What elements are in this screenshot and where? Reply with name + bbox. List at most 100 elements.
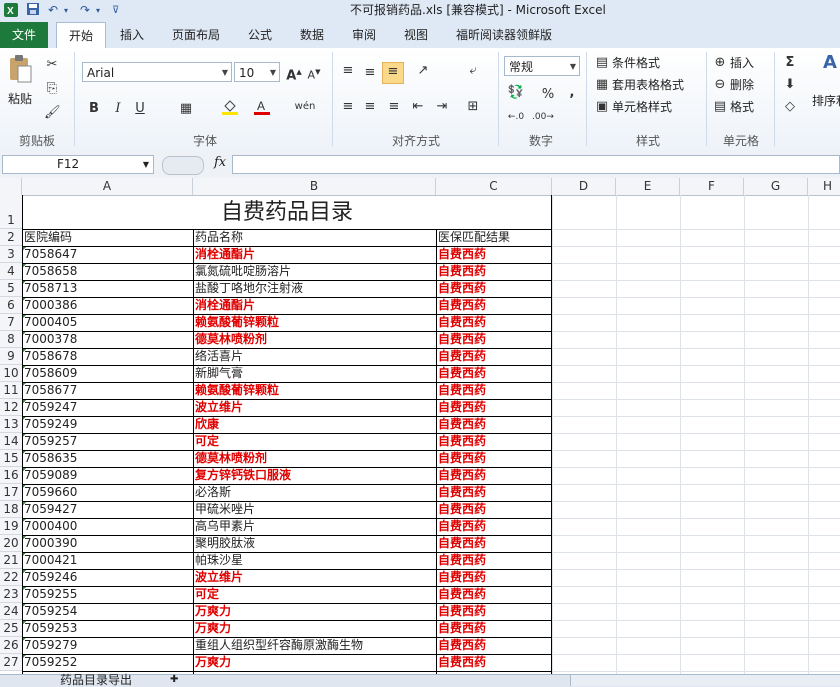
- tab-data[interactable]: 数据: [292, 22, 332, 48]
- column-header-h[interactable]: H: [808, 178, 840, 195]
- copy-icon[interactable]: ⎘: [44, 80, 60, 98]
- font-size-select[interactable]: 10 ▼: [234, 62, 280, 82]
- row-header[interactable]: 14: [0, 433, 22, 450]
- increase-decimal-icon[interactable]: ←.0: [506, 108, 526, 126]
- formula-input[interactable]: [232, 155, 840, 174]
- cell-hospital-code[interactable]: 7058658: [24, 263, 192, 280]
- paste-button[interactable]: 粘贴: [8, 90, 32, 108]
- row-header[interactable]: 6: [0, 297, 22, 314]
- cell-drug-name[interactable]: 必洛斯: [195, 484, 435, 501]
- column-header-f[interactable]: F: [680, 178, 744, 195]
- fill-color-icon[interactable]: [220, 98, 240, 122]
- tab-page-layout[interactable]: 页面布局: [164, 22, 228, 48]
- cell-hospital-code[interactable]: 7000421: [24, 552, 192, 569]
- row-header[interactable]: 7: [0, 314, 22, 331]
- format-cells-button[interactable]: 格式: [730, 98, 754, 116]
- redo-dropdown-icon[interactable]: ▾: [96, 2, 100, 19]
- undo-dropdown-icon[interactable]: ▾: [64, 2, 68, 19]
- row-header[interactable]: 17: [0, 484, 22, 501]
- cell-match-result[interactable]: 自费西药: [438, 433, 552, 450]
- cell-hospital-code[interactable]: 7000390: [24, 535, 192, 552]
- new-sheet-icon[interactable]: ✚: [170, 674, 178, 685]
- format-as-table-button[interactable]: 套用表格格式: [612, 76, 684, 94]
- conditional-format-button[interactable]: 条件格式: [612, 54, 660, 72]
- sheet-tab[interactable]: 药品目录导出: [60, 673, 132, 687]
- format-as-table-icon[interactable]: ▦: [594, 76, 610, 94]
- format-painter-icon[interactable]: 🖌: [44, 104, 61, 122]
- cell-hospital-code[interactable]: 7058678: [24, 348, 192, 365]
- align-bottom-icon[interactable]: ≡: [382, 62, 404, 84]
- format-cells-icon[interactable]: ▤: [712, 98, 728, 116]
- insert-cells-icon[interactable]: ⊕: [712, 54, 728, 72]
- row-header[interactable]: 25: [0, 620, 22, 637]
- cell-drug-name[interactable]: 万爽力: [195, 603, 435, 620]
- cell-match-result[interactable]: 自费西药: [438, 518, 552, 535]
- row-header[interactable]: 16: [0, 467, 22, 484]
- cell-match-result[interactable]: 自费西药: [438, 314, 552, 331]
- cell-match-result[interactable]: 自费西药: [438, 586, 552, 603]
- italic-button[interactable]: I: [110, 100, 126, 118]
- tab-insert[interactable]: 插入: [112, 22, 152, 48]
- cell-match-result[interactable]: 自费西药: [438, 246, 552, 263]
- row-header[interactable]: 24: [0, 603, 22, 620]
- sum-icon[interactable]: Σ: [782, 54, 798, 72]
- sort-icon[interactable]: A: [820, 54, 840, 72]
- cell-drug-name[interactable]: 赖氨酸葡锌颗粒: [195, 382, 435, 399]
- cell-drug-name[interactable]: 新脚气膏: [195, 365, 435, 382]
- cell-hospital-code[interactable]: 7059660: [24, 484, 192, 501]
- tab-foxit-reader[interactable]: 福昕阅读器领鲜版: [448, 22, 560, 48]
- cell-match-result[interactable]: 自费西药: [438, 484, 552, 501]
- row-header[interactable]: 26: [0, 637, 22, 654]
- cut-icon[interactable]: ✂: [44, 56, 60, 74]
- comma-button[interactable]: ,: [566, 84, 578, 102]
- font-color-icon[interactable]: A: [252, 98, 272, 122]
- decrease-indent-icon[interactable]: ⇤: [410, 98, 426, 116]
- excel-icon[interactable]: X: [3, 2, 19, 19]
- cell-drug-name[interactable]: 氯氮硫吡啶肠溶片: [195, 263, 435, 280]
- align-top-icon[interactable]: ≡: [340, 62, 356, 80]
- tab-home[interactable]: 开始: [56, 22, 106, 50]
- cell-match-result[interactable]: 自费西药: [438, 365, 552, 382]
- customize-quick-access-icon[interactable]: ⊽: [112, 2, 119, 19]
- cell-match-result[interactable]: 自费西药: [438, 348, 552, 365]
- cell-match-result[interactable]: 自费西药: [438, 467, 552, 484]
- cell-match-result[interactable]: 自费西药: [438, 297, 552, 314]
- decrease-decimal-icon[interactable]: .00→: [532, 108, 554, 126]
- column-header-b[interactable]: B: [193, 178, 436, 195]
- cell-match-result[interactable]: 自费西药: [438, 399, 552, 416]
- wrap-text-icon[interactable]: ⤶: [464, 62, 482, 80]
- cell-match-result[interactable]: 自费西药: [438, 654, 552, 671]
- row-header[interactable]: 12: [0, 399, 22, 416]
- conditional-format-icon[interactable]: ▤: [594, 54, 610, 72]
- row-header[interactable]: 10: [0, 365, 22, 382]
- cell-drug-name[interactable]: 可定: [195, 433, 435, 450]
- cell-drug-name[interactable]: 赖氨酸葡锌颗粒: [195, 314, 435, 331]
- align-right-icon[interactable]: ≡: [386, 98, 402, 116]
- redo-icon[interactable]: ↷: [80, 2, 90, 19]
- row-header[interactable]: 13: [0, 416, 22, 433]
- cell-match-result[interactable]: 自费西药: [438, 620, 552, 637]
- cell-hospital-code[interactable]: 7058609: [24, 365, 192, 382]
- header-drug-name[interactable]: 药品名称: [195, 229, 435, 246]
- row-header[interactable]: 2: [0, 229, 22, 246]
- align-center-icon[interactable]: ≡: [362, 98, 378, 116]
- cell-match-result[interactable]: 自费西药: [438, 569, 552, 586]
- fill-icon[interactable]: ⬇: [782, 76, 798, 94]
- cell-hospital-code[interactable]: 7058635: [24, 450, 192, 467]
- row-header[interactable]: 11: [0, 382, 22, 399]
- cell-hospital-code[interactable]: 7058677: [24, 382, 192, 399]
- tab-file[interactable]: 文件: [0, 22, 48, 48]
- cell-hospital-code[interactable]: 7000378: [24, 331, 192, 348]
- cell-match-result[interactable]: 自费西药: [438, 603, 552, 620]
- cell-hospital-code[interactable]: 7059253: [24, 620, 192, 637]
- row-header[interactable]: 3: [0, 246, 22, 263]
- cell-match-result[interactable]: 自费西药: [438, 280, 552, 297]
- cell-hospital-code[interactable]: 7059257: [24, 433, 192, 450]
- cell-match-result[interactable]: 自费西药: [438, 637, 552, 654]
- tab-view[interactable]: 视图: [396, 22, 436, 48]
- row-header[interactable]: 22: [0, 569, 22, 586]
- name-box[interactable]: F12 ▼: [2, 155, 154, 174]
- cell-match-result[interactable]: 自费西药: [438, 263, 552, 280]
- cell-drug-name[interactable]: 德莫林喷粉剂: [195, 450, 435, 467]
- header-match-result[interactable]: 医保匹配结果: [438, 229, 552, 246]
